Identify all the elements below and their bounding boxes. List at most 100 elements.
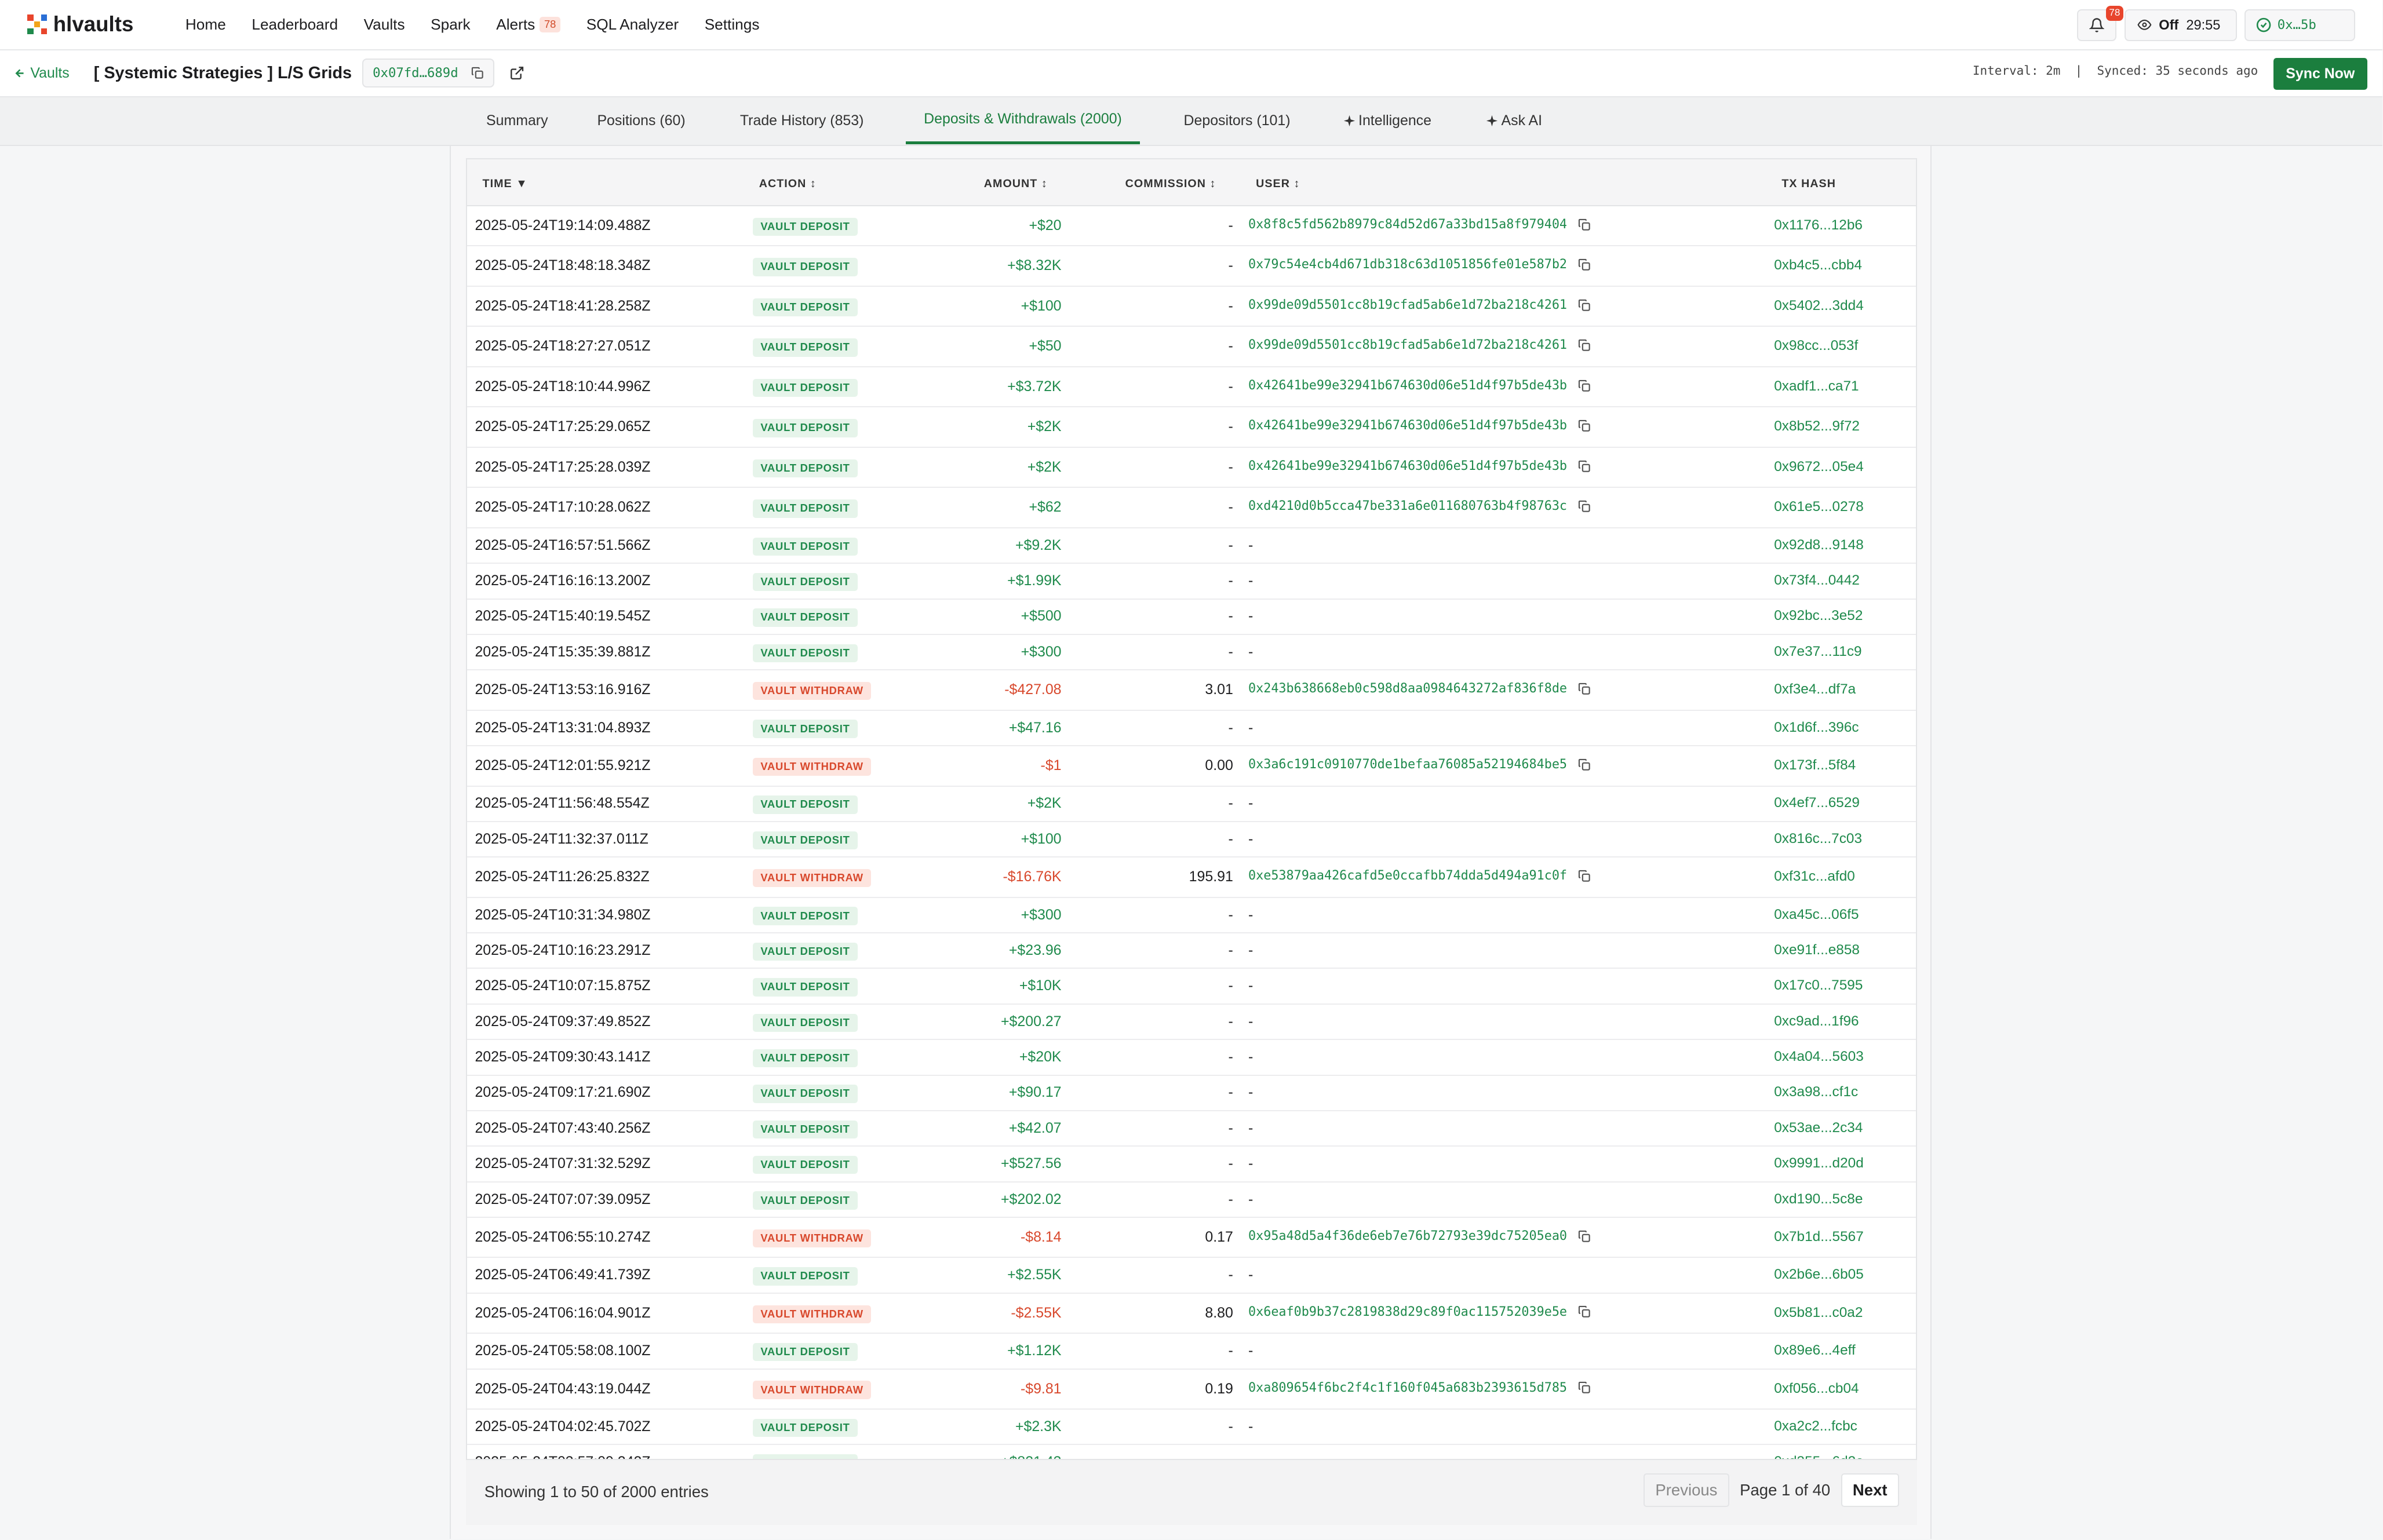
- col-commission[interactable]: COMMISSION ↕: [1125, 177, 1216, 191]
- col-time[interactable]: TIME ▼: [483, 177, 528, 191]
- row-user[interactable]: 0x95a48d5a4f36de6eb7e76b72793e39dc75205e…: [1248, 1229, 1591, 1243]
- tab-ask-ai[interactable]: Ask AI: [1486, 97, 1542, 144]
- user-address[interactable]: 0x99de09d5501cc8b19cfad5ab6e1d72ba218c42…: [1248, 338, 1567, 352]
- tab-intelligence[interactable]: Intelligence: [1343, 97, 1431, 144]
- copy-icon[interactable]: [1577, 1381, 1591, 1395]
- row-tx-hash[interactable]: 0x4a04...5603: [1774, 1049, 1864, 1065]
- copy-icon[interactable]: [1577, 499, 1591, 513]
- nav-home[interactable]: Home: [185, 16, 226, 34]
- copy-icon[interactable]: [1577, 298, 1591, 312]
- copy-icon[interactable]: [1577, 258, 1591, 272]
- row-tx-hash[interactable]: 0x53ae...2c34: [1774, 1120, 1863, 1136]
- row-user[interactable]: 0x99de09d5501cc8b19cfad5ab6e1d72ba218c42…: [1248, 338, 1591, 352]
- copy-icon[interactable]: [1577, 419, 1591, 433]
- row-tx-hash[interactable]: 0x3a98...cf1c: [1774, 1084, 1858, 1100]
- row-tx-hash[interactable]: 0x7b1d...5567: [1774, 1229, 1864, 1245]
- row-tx-hash[interactable]: 0x5b81...c0a2: [1774, 1305, 1863, 1321]
- row-user[interactable]: 0x79c54e4cb4d671db318c63d1051856fe01e587…: [1248, 257, 1591, 272]
- tab-summary[interactable]: Summary: [486, 97, 548, 144]
- row-user[interactable]: 0xa809654f6bc2f4c1f160f045a683b2393615d7…: [1248, 1381, 1591, 1395]
- row-tx-hash[interactable]: 0x2b6e...6b05: [1774, 1267, 1864, 1283]
- user-address[interactable]: 0x42641be99e32941b674630d06e51d4f97b5de4…: [1248, 378, 1567, 393]
- row-tx-hash[interactable]: 0x17c0...7595: [1774, 977, 1863, 994]
- previous-page-button[interactable]: Previous: [1644, 1473, 1729, 1507]
- row-tx-hash[interactable]: 0xa2c2...fcbc: [1774, 1418, 1857, 1435]
- user-address[interactable]: 0x79c54e4cb4d671db318c63d1051856fe01e587…: [1248, 257, 1567, 272]
- row-tx-hash[interactable]: 0xd190...5c8e: [1774, 1191, 1863, 1207]
- row-tx-hash[interactable]: 0x92d8...9148: [1774, 537, 1864, 553]
- user-address[interactable]: 0x8f8c5fd562b8979c84d52d67a33bd15a8f9794…: [1248, 217, 1567, 232]
- row-tx-hash[interactable]: 0xf31c...afd0: [1774, 868, 1855, 885]
- tab-trade-history[interactable]: Trade History (853): [740, 97, 863, 144]
- row-tx-hash[interactable]: 0x5402...3dd4: [1774, 298, 1864, 314]
- row-tx-hash[interactable]: 0x1176...12b6: [1774, 217, 1863, 233]
- copy-icon[interactable]: [1577, 218, 1591, 232]
- copy-icon[interactable]: [1577, 869, 1591, 883]
- deposits-table[interactable]: TIME ▼ ACTION ↕ AMOUNT ↕ COMMISSION ↕ US…: [466, 158, 1918, 1460]
- copy-icon[interactable]: [1577, 682, 1591, 696]
- notifications-button[interactable]: 78: [2077, 5, 2123, 41]
- user-address[interactable]: 0x3a6c191c0910770de1befaa76085a52194684b…: [1248, 757, 1567, 772]
- row-tx-hash[interactable]: 0xf056...cb04: [1774, 1381, 1859, 1397]
- row-tx-hash[interactable]: 0x8b52...9f72: [1774, 418, 1860, 435]
- row-tx-hash[interactable]: 0x9991...d20d: [1774, 1155, 1864, 1172]
- row-tx-hash[interactable]: 0xc9ad...1f96: [1774, 1013, 1859, 1030]
- row-tx-hash[interactable]: 0x73f4...0442: [1774, 572, 1860, 589]
- row-tx-hash[interactable]: 0x7e37...11c9: [1774, 644, 1861, 660]
- row-user[interactable]: 0x6eaf0b9b37c2819838d29c89f0ac115752039e…: [1248, 1305, 1591, 1319]
- copy-icon[interactable]: [1577, 1229, 1591, 1243]
- nav-sql-analyzer[interactable]: SQL Analyzer: [586, 16, 679, 34]
- user-address[interactable]: 0xe53879aa426cafd5e0ccafbb74dda5d494a91c…: [1248, 868, 1567, 883]
- row-tx-hash[interactable]: 0x61e5...0278: [1774, 499, 1864, 515]
- user-address[interactable]: 0x42641be99e32941b674630d06e51d4f97b5de4…: [1248, 418, 1567, 433]
- row-tx-hash[interactable]: 0xd355...6d2e: [1774, 1454, 1864, 1458]
- row-tx-hash[interactable]: 0x98cc...053f: [1774, 338, 1858, 354]
- user-address[interactable]: 0x95a48d5a4f36de6eb7e76b72793e39dc75205e…: [1248, 1229, 1567, 1243]
- row-tx-hash[interactable]: 0x89e6...4eff: [1774, 1342, 1856, 1359]
- user-address[interactable]: 0xd4210d0b5cca47be331a6e011680763b4f9876…: [1248, 499, 1567, 513]
- nav-spark[interactable]: Spark: [431, 16, 471, 34]
- nav-leaderboard[interactable]: Leaderboard: [252, 16, 338, 34]
- row-tx-hash[interactable]: 0x4ef7...6529: [1774, 795, 1860, 811]
- row-tx-hash[interactable]: 0x1d6f...396c: [1774, 720, 1859, 736]
- tab-depositors[interactable]: Depositors (101): [1184, 97, 1291, 144]
- row-user[interactable]: 0x42641be99e32941b674630d06e51d4f97b5de4…: [1248, 418, 1591, 433]
- row-user[interactable]: 0xe53879aa426cafd5e0ccafbb74dda5d494a91c…: [1248, 868, 1591, 883]
- tab-deposits-withdrawals[interactable]: Deposits & Withdrawals (2000): [905, 97, 1141, 145]
- row-tx-hash[interactable]: 0xa45c...06f5: [1774, 907, 1859, 923]
- row-user[interactable]: 0x99de09d5501cc8b19cfad5ab6e1d72ba218c42…: [1248, 298, 1591, 312]
- nav-settings[interactable]: Settings: [705, 16, 760, 34]
- copy-icon[interactable]: [471, 66, 484, 80]
- sync-now-button[interactable]: Sync Now: [2273, 57, 2368, 90]
- copy-icon[interactable]: [1577, 1305, 1591, 1319]
- copy-icon[interactable]: [1577, 758, 1591, 772]
- row-user[interactable]: 0x8f8c5fd562b8979c84d52d67a33bd15a8f9794…: [1248, 217, 1591, 232]
- row-tx-hash[interactable]: 0xe91f...e858: [1774, 942, 1860, 958]
- row-tx-hash[interactable]: 0xb4c5...cbb4: [1774, 257, 1862, 273]
- logo[interactable]: hlvaults: [27, 12, 149, 37]
- watch-toggle[interactable]: Off 29:55: [2124, 9, 2237, 41]
- back-to-vaults-link[interactable]: Vaults: [14, 65, 70, 82]
- col-user[interactable]: USER ↕: [1256, 177, 1300, 191]
- row-tx-hash[interactable]: 0x816c...7c03: [1774, 831, 1862, 847]
- row-tx-hash[interactable]: 0xadf1...ca71: [1774, 378, 1859, 395]
- row-tx-hash[interactable]: 0x92bc...3e52: [1774, 608, 1863, 624]
- user-address[interactable]: 0x42641be99e32941b674630d06e51d4f97b5de4…: [1248, 459, 1567, 473]
- col-action[interactable]: ACTION ↕: [759, 177, 817, 191]
- copy-icon[interactable]: [1577, 379, 1591, 393]
- external-link-button[interactable]: [509, 65, 524, 81]
- row-user[interactable]: 0x243b638668eb0c598d8aa0984643272af836f8…: [1248, 681, 1591, 696]
- copy-icon[interactable]: [1577, 459, 1591, 473]
- row-user[interactable]: 0x42641be99e32941b674630d06e51d4f97b5de4…: [1248, 378, 1591, 393]
- row-tx-hash[interactable]: 0xf3e4...df7a: [1774, 681, 1856, 698]
- row-user[interactable]: 0x3a6c191c0910770de1befaa76085a52194684b…: [1248, 757, 1591, 772]
- user-address[interactable]: 0x99de09d5501cc8b19cfad5ab6e1d72ba218c42…: [1248, 298, 1567, 312]
- user-address[interactable]: 0xa809654f6bc2f4c1f160f045a683b2393615d7…: [1248, 1381, 1567, 1395]
- tab-positions[interactable]: Positions (60): [597, 97, 685, 144]
- copy-icon[interactable]: [1577, 338, 1591, 352]
- wallet-button[interactable]: 0x…5b: [2244, 9, 2356, 41]
- row-user[interactable]: 0xd4210d0b5cca47be331a6e011680763b4f9876…: [1248, 499, 1591, 513]
- user-address[interactable]: 0x243b638668eb0c598d8aa0984643272af836f8…: [1248, 681, 1567, 696]
- row-tx-hash[interactable]: 0x9672...05e4: [1774, 459, 1864, 475]
- row-tx-hash[interactable]: 0x173f...5f84: [1774, 757, 1856, 773]
